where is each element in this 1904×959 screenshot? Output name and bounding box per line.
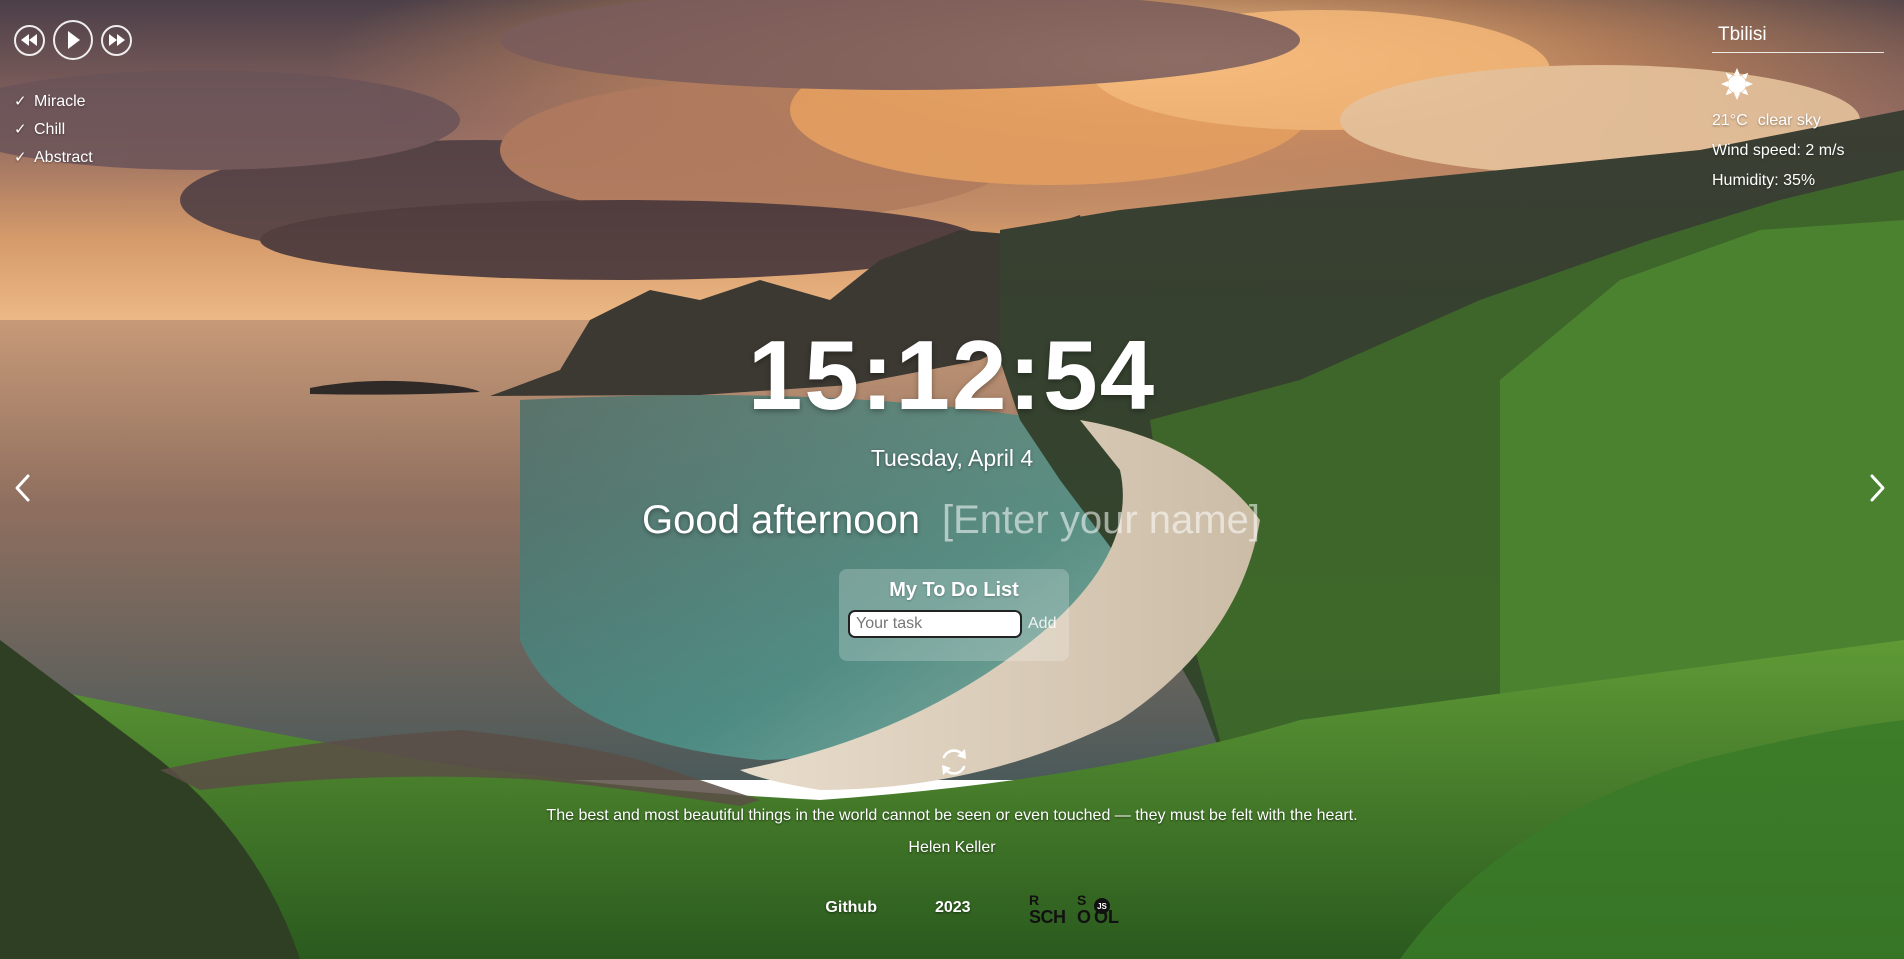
sun-icon (1721, 68, 1753, 100)
play-button[interactable] (53, 20, 93, 60)
svg-text:SCH: SCH (1029, 907, 1066, 927)
svg-text:R: R (1029, 892, 1039, 908)
check-icon: ✓ (14, 121, 27, 138)
city-input[interactable] (1712, 20, 1884, 53)
greeting-text: Good afternoon (642, 498, 920, 542)
footer-year: 2023 (934, 899, 971, 916)
footer: Github 2023 R S SCH O OL JS (0, 888, 1904, 928)
playlist: ✓ Miracle ✓ Chill ✓ Abstract (14, 88, 93, 172)
todo-title: My To Do List (889, 579, 1019, 601)
prev-track-button[interactable] (14, 24, 45, 56)
check-icon: ✓ (14, 93, 27, 110)
github-link[interactable]: Github (825, 899, 877, 917)
svg-text:JS: JS (1097, 902, 1107, 911)
change-quote-button[interactable] (937, 745, 971, 779)
track-title: Abstract (34, 149, 93, 166)
weather-description: clear sky (1757, 112, 1821, 129)
weather-summary: 21°C clear sky (1712, 106, 1886, 136)
greeting: Good afternoon (0, 498, 1904, 543)
temperature: 21°C (1712, 112, 1748, 129)
playlist-item[interactable]: ✓ Miracle (14, 88, 93, 116)
svg-text:O: O (1077, 907, 1091, 927)
rewind-icon (21, 34, 37, 46)
wind-speed: Wind speed: 2 m/s (1712, 142, 1845, 159)
humidity: Humidity: 35% (1712, 172, 1816, 189)
playlist-item[interactable]: ✓ Chill (14, 116, 93, 144)
todo-input[interactable] (848, 610, 1022, 638)
todo-panel: My To Do List Add (839, 569, 1069, 661)
quote-text: The best and most beautiful things in th… (546, 807, 1358, 824)
track-title: Chill (34, 121, 66, 138)
name-input[interactable] (942, 498, 1262, 543)
clock-date: Tuesday, April 4 (870, 445, 1034, 471)
check-icon: ✓ (14, 149, 27, 166)
playlist-item[interactable]: ✓ Abstract (14, 144, 93, 172)
refresh-icon (942, 749, 966, 775)
fast-forward-icon (109, 34, 125, 46)
add-task-button[interactable]: Add (1022, 615, 1056, 633)
rs-school-logo[interactable]: R S SCH O OL JS (1027, 888, 1127, 928)
play-icon (68, 31, 80, 49)
next-track-button[interactable] (101, 24, 132, 56)
quote-author: Helen Keller (908, 839, 996, 856)
weather-widget: 21°C clear sky Wind speed: 2 m/s Humidity… (1712, 20, 1886, 196)
clock-time: 15:12:54 (747, 320, 1157, 430)
todo-form: Add (848, 610, 1069, 638)
audio-player-controls (14, 20, 132, 60)
app-root: ✓ Miracle ✓ Chill ✓ Abstract Tbilisi 21°… (0, 0, 1904, 959)
track-title: Miracle (34, 93, 86, 110)
svg-text:S: S (1077, 892, 1086, 908)
